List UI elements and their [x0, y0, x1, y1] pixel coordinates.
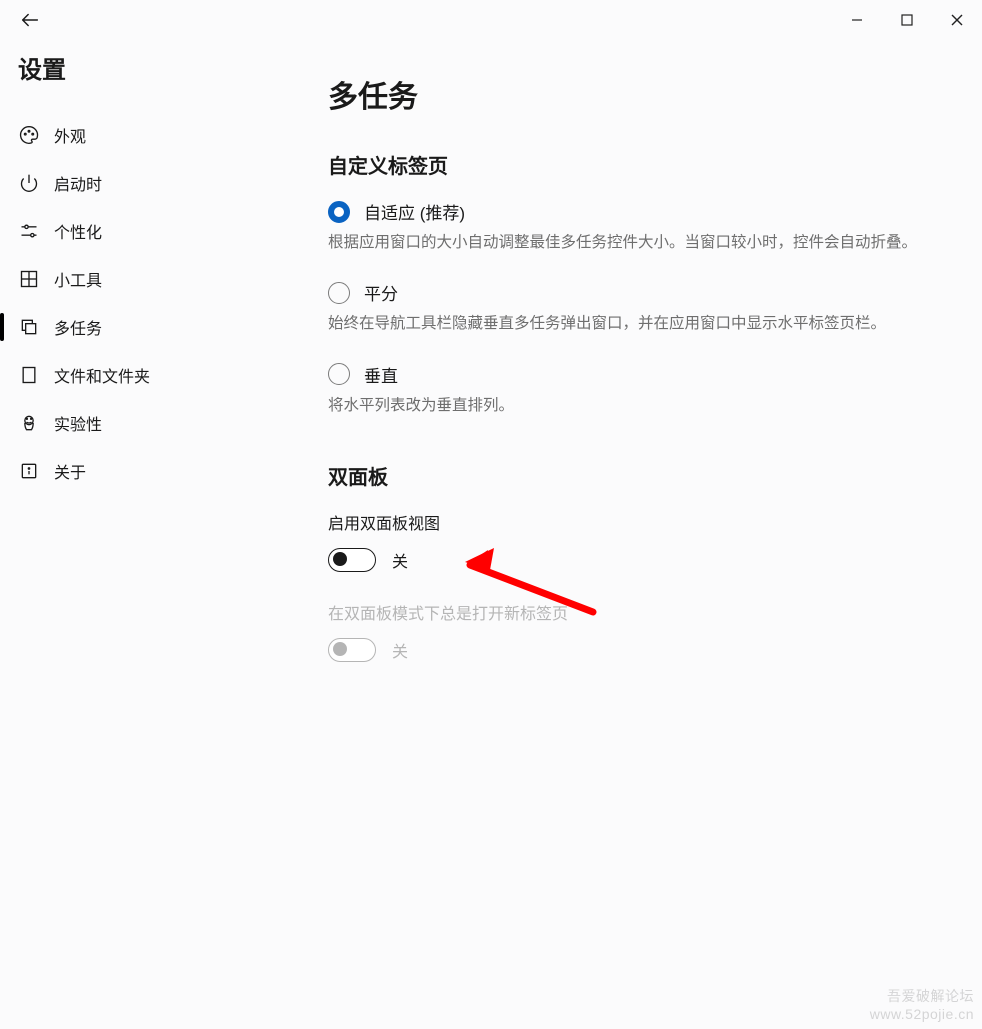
minimize-icon [851, 14, 863, 26]
toggle-knob [333, 642, 347, 656]
sidebar-item-widgets[interactable]: 小工具 [0, 255, 328, 303]
sidebar-item-label: 个性化 [54, 219, 102, 243]
folder-icon [18, 364, 40, 386]
settings-sidebar: 设置 外观 启动时 个性化 [0, 40, 328, 1029]
sidebar-nav: 外观 启动时 个性化 小工具 [0, 111, 328, 495]
section-dualpanel-heading: 双面板 [328, 461, 922, 490]
maximize-icon [901, 14, 913, 26]
settings-main: 多任务 自定义标签页 自适应 (推荐) 根据应用窗口的大小自动调整最佳多任务控件… [328, 40, 982, 1029]
sidebar-item-label: 关于 [54, 459, 86, 483]
radio-option-split[interactable]: 平分 始终在导航工具栏隐藏垂直多任务弹出窗口，并在应用窗口中显示水平标签页栏。 [328, 280, 922, 337]
sidebar-item-appearance[interactable]: 外观 [0, 111, 328, 159]
section-tabs-heading: 自定义标签页 [328, 150, 922, 179]
radio-label: 垂直 [364, 362, 398, 387]
radio-label: 平分 [364, 280, 398, 305]
sidebar-item-multitask[interactable]: 多任务 [0, 303, 328, 351]
sidebar-item-experimental[interactable]: 实验性 [0, 399, 328, 447]
info-icon [18, 460, 40, 482]
sidebar-item-label: 小工具 [54, 267, 102, 291]
page-title: 多任务 [328, 72, 922, 116]
sidebar-item-startup[interactable]: 启动时 [0, 159, 328, 207]
sidebar-item-label: 多任务 [54, 315, 102, 339]
radio-description: 根据应用窗口的大小自动调整最佳多任务控件大小。当窗口较小时，控件会自动折叠。 [328, 230, 922, 256]
watermark: 吾爱破解论坛 www.52pojie.cn [870, 987, 974, 1023]
sidebar-item-label: 启动时 [54, 171, 102, 195]
sidebar-item-about[interactable]: 关于 [0, 447, 328, 495]
minimize-button[interactable] [832, 0, 882, 40]
sidebar-item-label: 文件和文件夹 [54, 363, 150, 387]
radio-option-adaptive[interactable]: 自适应 (推荐) 根据应用窗口的大小自动调整最佳多任务控件大小。当窗口较小时，控… [328, 199, 922, 256]
toggle-enable-dual[interactable] [328, 548, 376, 572]
grid-icon [18, 268, 40, 290]
sidebar-item-personalization[interactable]: 个性化 [0, 207, 328, 255]
flask-icon [18, 412, 40, 434]
close-button[interactable] [932, 0, 982, 40]
copy-icon [18, 316, 40, 338]
radio-icon[interactable] [328, 363, 350, 385]
toggle-always-newtab [328, 638, 376, 662]
radio-label: 自适应 (推荐) [364, 199, 465, 224]
sidebar-item-label: 实验性 [54, 411, 102, 435]
toggle-label-enable-dual: 启用双面板视图 [328, 510, 922, 534]
toggle-knob [333, 552, 347, 566]
power-icon [18, 172, 40, 194]
arrow-left-icon [19, 9, 41, 31]
radio-option-vertical[interactable]: 垂直 将水平列表改为垂直排列。 [328, 362, 922, 419]
sidebar-item-label: 外观 [54, 123, 86, 147]
sliders-icon [18, 220, 40, 242]
toggle-state-text: 关 [392, 548, 408, 572]
palette-icon [18, 124, 40, 146]
toggle-state-text: 关 [392, 638, 408, 662]
maximize-button[interactable] [882, 0, 932, 40]
window-titlebar [0, 0, 982, 40]
sidebar-title: 设置 [0, 50, 328, 95]
back-button[interactable] [18, 8, 42, 32]
radio-description: 始终在导航工具栏隐藏垂直多任务弹出窗口，并在应用窗口中显示水平标签页栏。 [328, 311, 922, 337]
toggle-label-always-newtab: 在双面板模式下总是打开新标签页 [328, 600, 922, 624]
watermark-line1: 吾爱破解论坛 [870, 987, 974, 1005]
radio-icon[interactable] [328, 201, 350, 223]
close-icon [951, 14, 963, 26]
radio-icon[interactable] [328, 282, 350, 304]
watermark-line2: www.52pojie.cn [870, 1005, 974, 1023]
sidebar-item-files[interactable]: 文件和文件夹 [0, 351, 328, 399]
radio-description: 将水平列表改为垂直排列。 [328, 393, 922, 419]
